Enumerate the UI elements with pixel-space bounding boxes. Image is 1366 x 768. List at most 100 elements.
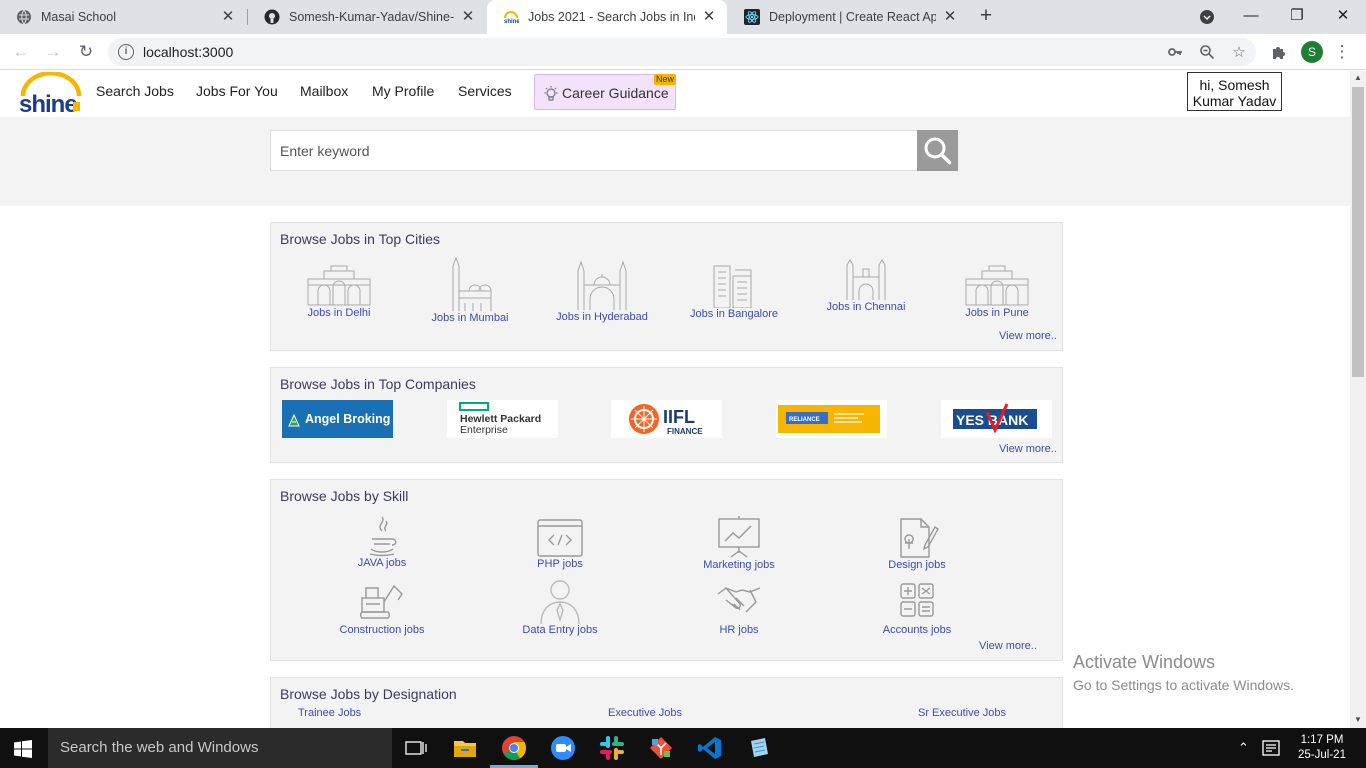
search-band [0,117,1350,206]
scrollbar-thumb[interactable] [1352,87,1364,377]
skill-marketing[interactable]: Marketing jobs [679,515,799,571]
skill-data-entry[interactable]: Data Entry jobs [500,578,620,636]
key-icon[interactable] [1166,44,1184,62]
scroll-down-arrow-icon[interactable]: ▼ [1350,713,1366,727]
tab-shine-jobs[interactable]: shine Jobs 2021 - Search Jobs in India, … [487,0,727,34]
chrome-menu-icon[interactable]: ⋮ [1330,40,1354,64]
gateway-of-india-icon [452,256,492,311]
minimize-icon[interactable]: — [1228,0,1274,34]
city-label: Jobs in Hyderabad [556,311,648,323]
company-iifl-finance[interactable]: IIFL FINANCE [611,400,722,438]
section-title: Browse Jobs in Top Companies [280,376,476,392]
tab-search-dropdown-icon[interactable] [1184,0,1230,34]
section-title: Browse Jobs by Designation [280,686,457,702]
section-title: Browse Jobs in Top Cities [280,231,441,247]
svg-text:Angel Broking: Angel Broking [305,412,390,426]
career-guidance-button[interactable]: Career Guidance New [534,74,677,110]
skill-label: Construction jobs [339,624,425,636]
notepad-app-icon[interactable] [746,735,772,761]
bookmark-star-icon[interactable]: ☆ [1230,44,1248,62]
keyword-search-input[interactable] [270,130,918,171]
address-bar[interactable]: i localhost:3000 ☆ [108,38,1256,66]
tab-github[interactable]: Somesh-Kumar-Yadav/Shine-Clo ✕ [248,0,486,34]
company-reliance[interactable]: RELIANCE [776,400,887,438]
page-scrollbar[interactable]: ▲ ▼ [1350,71,1366,728]
tab-close-icon[interactable]: ✕ [220,9,236,25]
window-close-icon[interactable]: ✕ [1320,0,1366,34]
clock-date: 25-Jul-21 [1298,749,1346,761]
user-greeting-button[interactable]: hi, Somesh Kumar Yadav [1187,72,1282,111]
top-cities-section: Browse Jobs in Top Cities Jobs in Delhi … [270,222,1063,351]
tab-close-icon[interactable]: ✕ [460,9,476,25]
nav-jobs-for-you[interactable]: Jobs For You [196,83,278,99]
new-tab-plus-icon[interactable]: + [976,5,996,27]
handshake-icon [717,587,761,613]
slack-icon[interactable] [599,735,625,761]
tab-create-react-app[interactable]: Deployment | Create React App ✕ [728,0,968,34]
city-mumbai[interactable]: Jobs in Mumbai [410,256,530,324]
vscode-icon[interactable] [697,735,723,761]
nav-mailbox[interactable]: Mailbox [300,83,348,99]
skill-accounts[interactable]: Accounts jobs [857,580,977,636]
zoom-app-icon[interactable] [550,735,576,761]
view-more-link[interactable]: View more.. [979,640,1037,652]
windows-taskbar: Search the web and Windows ⌃ 1:17 PM 25-… [0,728,1366,768]
pune-monument-icon [965,265,1029,306]
extensions-puzzle-icon[interactable] [1267,40,1291,64]
tab-close-icon[interactable]: ✕ [701,9,717,25]
nav-services[interactable]: Services [458,83,512,99]
windows-start-icon[interactable] [14,740,32,758]
skill-php[interactable]: PHP jobs [500,518,620,570]
city-pune[interactable]: Jobs in Pune [937,263,1057,319]
system-clock[interactable]: 1:17 PM 25-Jul-21 [1296,733,1348,763]
shine-logo[interactable]: shine [17,72,83,116]
city-bangalore[interactable]: Jobs in Bangalore [674,262,794,320]
tab-close-icon[interactable]: ✕ [942,9,958,25]
reload-icon[interactable]: ↻ [74,40,98,64]
shine-favicon-icon: shine [504,11,519,25]
taskbar-search-box[interactable]: Search the web and Windows [48,728,392,768]
git-app-icon[interactable] [648,735,674,761]
company-angel-broking[interactable]: Angel Broking [282,400,393,438]
city-hyderabad[interactable]: Jobs in Hyderabad [542,259,662,323]
site-info-icon[interactable]: i [118,44,134,60]
maximize-icon[interactable]: ❐ [1274,0,1320,34]
notification-center-icon[interactable] [1262,740,1280,756]
java-icon [369,516,397,557]
github-icon [264,9,280,25]
skill-java[interactable]: JAVA jobs [322,515,442,569]
nav-search-jobs[interactable]: Search Jobs [96,83,174,99]
forward-arrow-icon[interactable]: → [41,40,65,64]
skill-hr[interactable]: HR jobs [679,580,799,636]
back-arrow-icon[interactable]: ← [9,40,33,64]
chrome-icon[interactable] [501,735,527,761]
city-delhi[interactable]: Jobs in Delhi [279,263,399,319]
activate-windows-subtitle: Go to Settings to activate Windows. [1073,677,1294,693]
company-hewlett-packard[interactable]: Hewlett Packard Enterprise [447,400,558,438]
top-companies-section: Browse Jobs in Top Companies Angel Broki… [270,367,1063,463]
city-label: Jobs in Delhi [307,307,371,319]
profile-avatar[interactable]: S [1301,41,1323,63]
task-view-icon[interactable] [403,735,429,761]
tray-chevron-up-icon[interactable]: ⌃ [1238,740,1249,755]
view-more-link[interactable]: View more.. [999,330,1057,342]
svg-text:RELIANCE: RELIANCE [789,417,820,423]
svg-text:Enterprise: Enterprise [460,424,508,436]
url-text[interactable]: localhost:3000 [143,44,233,60]
designation-link[interactable]: Sr Executive Jobs [918,707,1006,719]
city-label: Jobs in Mumbai [431,312,509,324]
city-label: Jobs in Chennai [826,301,906,313]
nav-my-profile[interactable]: My Profile [372,83,434,99]
skill-design[interactable]: Design jobs [857,515,977,571]
company-yes-bank[interactable]: YES BANK [941,400,1052,438]
view-more-link[interactable]: View more.. [999,443,1057,455]
zoom-icon[interactable] [1198,44,1216,62]
file-explorer-icon[interactable] [452,735,478,761]
designation-link[interactable]: Trainee Jobs [298,707,361,719]
skill-construction[interactable]: Construction jobs [322,580,442,636]
scroll-up-arrow-icon[interactable]: ▲ [1350,71,1366,85]
designation-link[interactable]: Executive Jobs [608,707,682,719]
city-chennai[interactable]: Jobs in Chennai [806,259,926,313]
search-button[interactable] [917,130,958,171]
tab-masai-school[interactable]: Masai School ✕ [0,0,246,34]
